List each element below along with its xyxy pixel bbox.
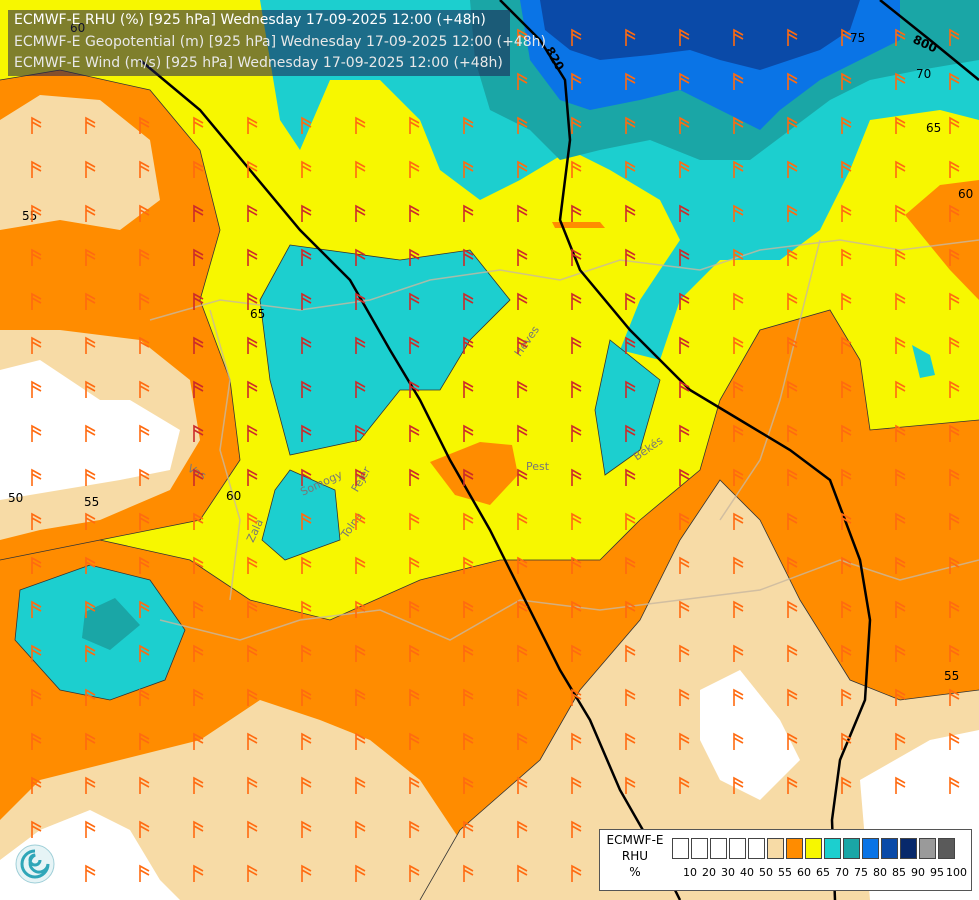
legend-tick: 95 — [930, 866, 944, 879]
legend-name: ECMWF-E RHU % — [600, 832, 670, 880]
legend-tick: 50 — [759, 866, 773, 879]
legend-swatch — [900, 838, 917, 859]
legend-tick: 60 — [797, 866, 811, 879]
legend-swatch — [672, 838, 689, 859]
legend-tick: 80 — [873, 866, 887, 879]
legend-swatch — [881, 838, 898, 859]
legend-swatch — [843, 838, 860, 859]
legend-swatch — [786, 838, 803, 859]
rhu-50-left-label: 50 — [8, 491, 23, 505]
map-title-box: ECMWF-E RHU (%) [925 hPa] Wednesday 17-0… — [8, 10, 546, 76]
legend-tick: 40 — [740, 866, 754, 879]
legend-swatch — [767, 838, 784, 859]
legend-tick: 10 — [683, 866, 697, 879]
legend-swatch — [862, 838, 879, 859]
legend-tick: 90 — [911, 866, 925, 879]
title-rhu: ECMWF-E RHU (%) [925 hPa] Wednesday 17-0… — [14, 12, 486, 28]
rhu-55-right-label: 55 — [944, 669, 959, 683]
rhu-map: 820 800 60 75 70 65 60 55 65 60 55 50 55… — [0, 0, 979, 900]
rhu-55-mid-label: 55 — [84, 495, 99, 509]
rhu-65-mid-label: 65 — [250, 307, 265, 321]
legend-model: ECMWF-E — [606, 833, 664, 847]
legend-tick: 85 — [892, 866, 906, 879]
title-wind: ECMWF-E Wind (m/s) [925 hPa] Wednesday 1… — [14, 55, 503, 71]
legend-tick: 55 — [778, 866, 792, 879]
legend-tick: 20 — [702, 866, 716, 879]
legend-unit: % — [629, 865, 641, 879]
legend-tick: 30 — [721, 866, 735, 879]
legend-tick: 100 — [946, 866, 967, 879]
rhu-70-label: 70 — [916, 67, 931, 81]
legend-tick: 75 — [854, 866, 868, 879]
legend-tick: 65 — [816, 866, 830, 879]
legend-swatch — [805, 838, 822, 859]
legend-variable: RHU — [621, 849, 649, 863]
legend-tick: 70 — [835, 866, 849, 879]
rhu-65-label: 65 — [926, 121, 941, 135]
legend-swatch — [824, 838, 841, 859]
place-pest: Pest — [526, 460, 550, 473]
ecmwf-swirl-icon — [15, 844, 55, 884]
legend-swatch — [919, 838, 936, 859]
legend-swatch — [710, 838, 727, 859]
rhu-60-right-label: 60 — [958, 187, 973, 201]
color-legend: ECMWF-E RHU % 10 20 30 40 50 55 60 65 70 75 80 85 90… — [599, 829, 972, 891]
rhu-75-label: 75 — [850, 31, 865, 45]
rhu-60-mid-label: 60 — [226, 489, 241, 503]
legend-swatch — [748, 838, 765, 859]
legend-swatch — [729, 838, 746, 859]
legend-swatch — [938, 838, 955, 859]
legend-swatch — [691, 838, 708, 859]
title-geopotential: ECMWF-E Geopotential (m) [925 hPa] Wedne… — [14, 34, 546, 50]
